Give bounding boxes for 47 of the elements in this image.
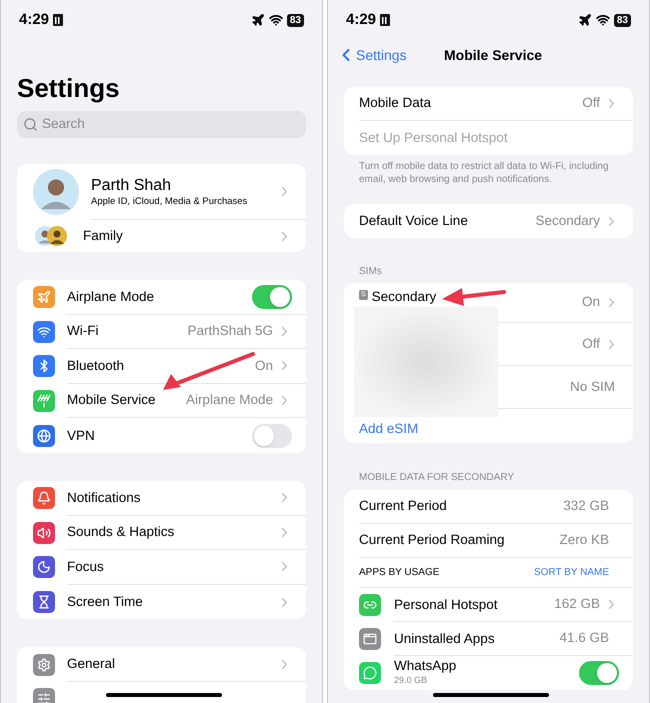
page-title: Settings — [17, 73, 120, 103]
row-value: Off — [582, 94, 600, 112]
apps-header: APPS BY USAGE — [359, 566, 440, 580]
back-button[interactable]: Settings — [336, 44, 407, 66]
profile-subtitle: Apple ID, iCloud, Media & Purchases — [91, 196, 248, 208]
status-time: 4:29 — [19, 10, 50, 30]
sort-button[interactable]: SORT BY NAME — [534, 565, 609, 580]
row-value: 332 GB — [563, 497, 609, 516]
app-name[interactable]: WhatsApp — [394, 658, 456, 674]
app-usage: 162 GB — [554, 595, 600, 614]
add-esim-link[interactable]: Add eSIM — [359, 418, 418, 439]
setting-label[interactable]: Mobile Service — [67, 390, 156, 411]
section-header: SIMs — [359, 265, 382, 279]
sim-label[interactable]: Secondary — [372, 287, 436, 308]
setting-label[interactable]: Screen Time — [67, 592, 143, 612]
setting-label[interactable]: Airplane Mode — [67, 286, 154, 307]
setting-label[interactable]: Wi-Fi — [67, 321, 98, 342]
status-time: 4:29 — [346, 10, 376, 30]
row-label[interactable]: Mobile Data — [359, 93, 432, 114]
profile-name[interactable]: Parth Shah — [91, 176, 172, 196]
app-usage: 29.0 GB — [394, 674, 428, 688]
row-label: Current Period — [359, 497, 448, 516]
row-label[interactable]: Default Voice Line — [359, 210, 468, 232]
setting-value: ParthShah 5G — [187, 322, 273, 340]
setting-label[interactable]: Focus — [67, 556, 104, 578]
row-label: Current Period Roaming — [359, 531, 506, 550]
section-header: MOBILE DATA FOR SECONDARY — [359, 471, 514, 485]
battery-icon: 83 — [286, 14, 304, 26]
row-value: Secondary — [535, 212, 600, 230]
setting-label[interactable]: Notifications — [67, 488, 141, 508]
footer-note: Turn off mobile data to restrict all data to Wi-Fi, including email, web browsing and push notifications. — [358, 160, 610, 186]
battery-icon: 83 — [614, 14, 631, 26]
setting-value: Airplane Mode — [186, 391, 273, 410]
setting-label[interactable]: Bluetooth — [67, 356, 124, 376]
setting-label[interactable]: General — [67, 654, 116, 674]
sim-value: Off — [582, 334, 600, 353]
setting-value: On — [254, 356, 273, 375]
setting-label[interactable]: Sounds & Haptics — [67, 522, 174, 542]
sim-value: On — [582, 293, 600, 312]
row-value: Zero KB — [559, 531, 609, 550]
nav-title: Mobile Service — [444, 46, 542, 64]
sim-value: No SIM — [570, 378, 615, 396]
family-label[interactable]: Family — [83, 226, 277, 246]
app-usage: 41.6 GB — [559, 629, 609, 648]
app-name[interactable]: Personal Hotspot — [394, 596, 498, 612]
app-name[interactable]: Uninstalled Apps — [394, 630, 495, 646]
setting-label[interactable]: VPN — [67, 426, 95, 446]
